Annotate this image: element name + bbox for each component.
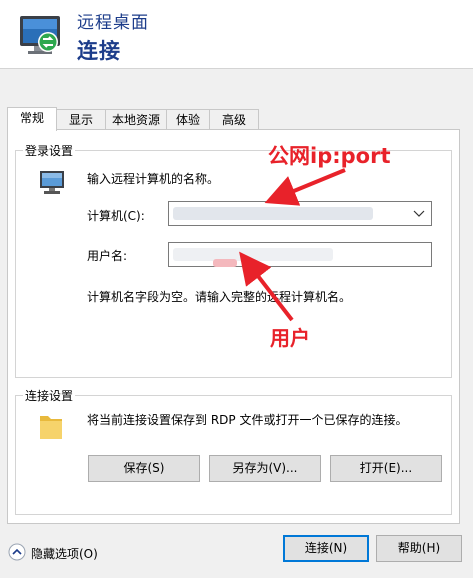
redacted-username-value [173, 248, 333, 261]
connection-settings-description: 将当前连接设置保存到 RDP 文件或打开一个已保存的连接。 [87, 413, 408, 427]
login-settings-group: 登录设置 输入远程计算机的名称。 计算机(C): 用户名: 计算机名字段为空。请… [15, 142, 452, 378]
computer-label: 计算机(C): [87, 209, 145, 223]
header-divider [0, 68, 473, 69]
annotation-user: 用户 [270, 326, 310, 350]
tab-panel-general: 登录设置 输入远程计算机的名称。 计算机(C): 用户名: 计算机名字段为空。请… [7, 129, 460, 524]
tab-general[interactable]: 常规 [7, 107, 57, 131]
connection-settings-title: 连接设置 [23, 387, 76, 404]
open-button[interactable]: 打开(E)... [330, 455, 442, 482]
computer-combobox[interactable] [168, 201, 432, 226]
empty-computer-warning: 计算机名字段为空。请输入完整的远程计算机名。 [87, 290, 352, 304]
computer-icon [40, 171, 64, 194]
window-title: 连接 [77, 39, 121, 63]
tab-advanced[interactable]: 高级 [209, 109, 259, 129]
tab-local-resources[interactable]: 本地资源 [105, 109, 167, 129]
connect-button[interactable]: 连接(N) [283, 535, 369, 562]
redacted-computer-value [173, 207, 373, 220]
collapse-options-icon[interactable] [8, 543, 26, 561]
username-label: 用户名: [87, 249, 128, 263]
folder-icon [40, 416, 62, 439]
hide-options-link[interactable]: 隐藏选项(O) [31, 545, 98, 562]
save-button[interactable]: 保存(S) [88, 455, 200, 482]
help-button[interactable]: 帮助(H) [376, 535, 462, 562]
connection-settings-group: 连接设置 将当前连接设置保存到 RDP 文件或打开一个已保存的连接。 保存(S)… [15, 387, 452, 515]
computer-name-prompt: 输入远程计算机的名称。 [87, 172, 220, 186]
window-subtitle: 远程桌面 [77, 13, 149, 33]
save-as-button[interactable]: 另存为(V)... [209, 455, 321, 482]
tab-experience[interactable]: 体验 [166, 109, 210, 129]
annotation-public-ip: 公网ip:port [268, 144, 391, 168]
dialog-header: 远程桌面 连接 [0, 0, 473, 68]
tab-display[interactable]: 显示 [56, 109, 106, 129]
username-field[interactable] [168, 242, 432, 267]
remote-desktop-icon [20, 16, 60, 54]
chevron-down-icon[interactable] [411, 205, 427, 221]
login-settings-title: 登录设置 [23, 142, 76, 159]
redacted-username-mark [213, 259, 237, 267]
